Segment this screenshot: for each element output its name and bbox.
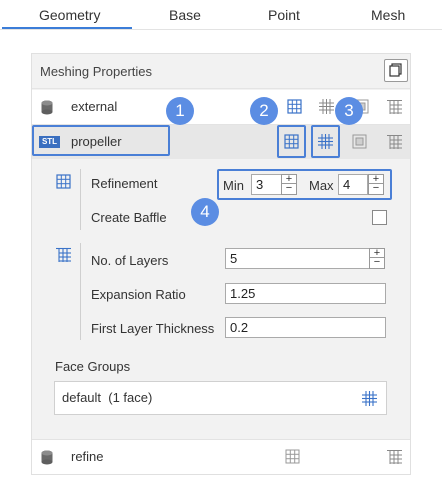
surface-grid-icon[interactable] xyxy=(285,449,300,464)
row-label-external: external xyxy=(71,99,118,114)
refinement-label: Refinement xyxy=(91,176,158,191)
refine-grid-icon[interactable] xyxy=(352,134,367,149)
layer-grid-icon xyxy=(56,247,71,262)
callout-badge-4: 4 xyxy=(191,198,219,226)
copy-icon xyxy=(389,63,402,77)
row-label-refine: refine xyxy=(71,449,104,464)
face-groups-list: default (1 face) xyxy=(54,381,387,415)
callout-badge-2: 2 xyxy=(250,97,278,125)
layer-grid-icon[interactable] xyxy=(387,449,402,464)
tab-point[interactable]: Point xyxy=(268,7,300,23)
tab-bar: Geometry Base Point Mesh xyxy=(0,0,442,30)
copy-button[interactable] xyxy=(384,59,408,82)
volume-grid-icon[interactable] xyxy=(319,99,334,114)
tab-base[interactable]: Base xyxy=(169,7,201,23)
highlight-propeller xyxy=(32,125,170,156)
panel-header: Meshing Properties xyxy=(32,54,410,89)
highlight-refinement xyxy=(217,169,392,200)
tab-geometry[interactable]: Geometry xyxy=(39,7,100,23)
tab-divider xyxy=(0,29,442,30)
face-groups-label: Face Groups xyxy=(55,359,131,374)
layers-count-input[interactable] xyxy=(225,248,370,269)
create-baffle-checkbox[interactable] xyxy=(372,210,387,225)
group-divider xyxy=(80,243,81,340)
surface-grid-icon[interactable] xyxy=(287,99,302,114)
volume-grid-icon[interactable] xyxy=(362,391,377,406)
expansion-ratio-input[interactable] xyxy=(225,283,386,304)
callout-badge-3: 3 xyxy=(335,97,363,125)
layer-grid-icon[interactable] xyxy=(387,134,402,149)
first-layer-thickness-input[interactable] xyxy=(225,317,386,338)
create-baffle-label: Create Baffle xyxy=(91,210,167,225)
layers-count-label: No. of Layers xyxy=(91,253,169,268)
panel-title: Meshing Properties xyxy=(40,64,152,79)
layers-count-stepper[interactable]: + − xyxy=(369,248,385,269)
list-item-refine[interactable]: refine xyxy=(32,440,410,474)
callout-badge-1: 1 xyxy=(166,97,194,125)
expansion-ratio-label: Expansion Ratio xyxy=(91,287,186,302)
decrement-icon[interactable]: − xyxy=(370,257,384,268)
tab-mesh[interactable]: Mesh xyxy=(371,7,405,23)
group-divider xyxy=(80,169,81,230)
cylinder-icon xyxy=(41,100,53,115)
highlight-surface-grid xyxy=(277,125,306,158)
surface-grid-icon xyxy=(56,174,71,189)
first-layer-thickness-label: First Layer Thickness xyxy=(91,321,215,336)
cylinder-icon xyxy=(41,450,53,465)
face-group-item[interactable]: default (1 face) xyxy=(62,390,152,405)
layer-grid-icon[interactable] xyxy=(387,99,402,114)
highlight-volume-grid xyxy=(311,125,340,158)
